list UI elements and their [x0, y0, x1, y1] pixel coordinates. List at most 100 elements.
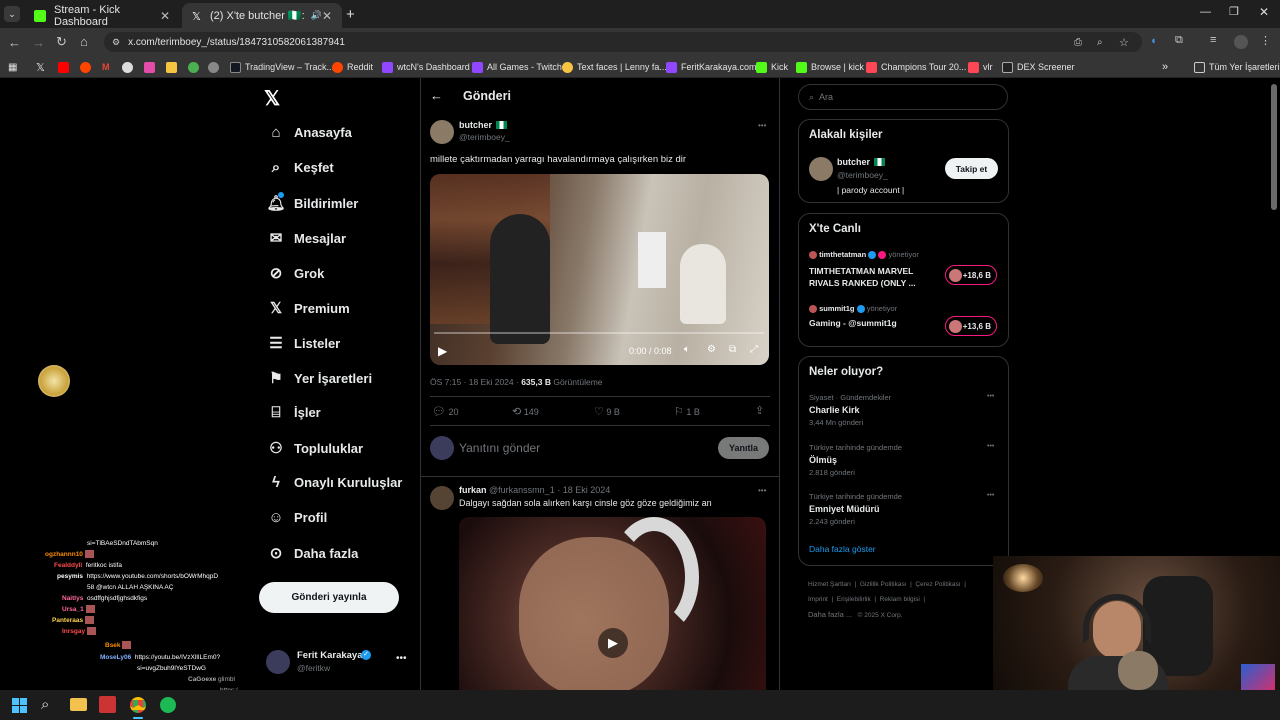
trend-item[interactable]: Türkiye tarihinde gündemde Ölmüş 2.818 g… — [809, 443, 1001, 483]
nav-premium[interactable]: 𝕏 Premium — [266, 299, 350, 317]
nav-profile[interactable]: ☺ Profil — [266, 509, 327, 526]
bookmark-text-faces[interactable]: Text faces | Lenny fa... — [562, 59, 667, 75]
bookmark-action[interactable]: ⚐ 1 B — [674, 405, 700, 418]
nav-jobs[interactable]: ⌸ İşler — [266, 404, 320, 421]
leaf-icon[interactable] — [188, 59, 203, 75]
back-icon[interactable]: ← — [8, 35, 21, 50]
nav-communities[interactable]: ⚇ Topluluklar — [266, 439, 363, 457]
star-icon[interactable]: ☆ — [1119, 36, 1129, 49]
nav-messages[interactable]: ✉ Mesajlar — [266, 229, 346, 247]
tab-search-icon[interactable]: ⌄ — [4, 6, 20, 22]
bookmark-reddit[interactable]: Reddit — [332, 59, 373, 75]
extension-icon[interactable]: ◖ — [1150, 35, 1157, 47]
bookmark-dex-screener[interactable]: DEX Screener — [1002, 59, 1075, 75]
video-player[interactable]: ▶ 0:00 / 0:08 🔈︎ ⚙ ⧉ ⤢ — [430, 174, 769, 365]
zoom-icon[interactable]: ⌕ — [1097, 37, 1103, 48]
reddit-small-icon[interactable] — [80, 59, 95, 75]
search-input[interactable]: ⌕ Ara — [798, 84, 1008, 110]
play-icon[interactable]: ▶ — [438, 344, 447, 358]
footer-link[interactable]: Çerez Politikası — [915, 581, 960, 588]
repost-action[interactable]: ⟲ 149 — [512, 405, 539, 418]
author-name[interactable]: butcher — [459, 120, 492, 130]
video-play-icon[interactable]: ▶ — [598, 628, 628, 658]
footer-link[interactable]: Imprint — [808, 596, 828, 603]
author-handle[interactable]: @terimboey_ — [459, 132, 510, 142]
page-scrollbar[interactable] — [1271, 84, 1277, 210]
y-icon[interactable] — [144, 59, 159, 75]
x-logo-icon[interactable]: 𝕏 — [264, 86, 280, 111]
reply-author-avatar[interactable] — [430, 486, 454, 510]
site-info-icon[interactable]: ⚙ — [112, 37, 120, 48]
puzzle-icon[interactable]: ⧉ — [1175, 34, 1183, 47]
author-avatar[interactable] — [430, 120, 454, 144]
volume-icon[interactable]: 🔈︎ — [684, 344, 690, 355]
footer-link[interactable]: Gizlilik Politikası — [860, 581, 907, 588]
show-more-link[interactable]: Daha fazla göster — [809, 544, 876, 554]
install-icon[interactable]: ⎙ — [1074, 37, 1082, 48]
reply-action[interactable]: 💬︎ 20 — [432, 405, 459, 418]
windows-start-icon[interactable] — [12, 698, 27, 713]
bookmark-vlr[interactable]: vlr — [968, 59, 993, 75]
g-icon[interactable] — [166, 59, 181, 75]
fullscreen-icon[interactable]: ⤢ — [750, 344, 758, 355]
reply-author-handle[interactable]: @furkanssmn_1 · 18 Eki 2024 — [489, 485, 610, 495]
spotify-icon[interactable] — [160, 697, 176, 713]
footer-link[interactable]: Daha fazla ... — [808, 610, 852, 619]
reply-button[interactable]: Yanıtla — [718, 437, 769, 459]
more-icon[interactable]: ••• — [396, 653, 407, 664]
media-icon[interactable]: ≡ — [1210, 34, 1216, 46]
bookmark-browse-kick[interactable]: Browse | kick — [796, 59, 864, 75]
nav-more[interactable]: ⊙ Daha fazla — [266, 544, 359, 562]
forward-icon[interactable]: → — [32, 35, 45, 50]
minimize-button[interactable]: — — [1200, 6, 1211, 18]
bookmark-champions-tour[interactable]: Champions Tour 20... — [866, 59, 966, 75]
file-explorer-icon[interactable] — [70, 698, 87, 711]
settings-icon[interactable]: ⚙ — [707, 344, 716, 355]
nav-verified-orgs[interactable]: ϟ Onaylı Kuruluşlar — [266, 474, 402, 491]
bookmark-twitch-games[interactable]: All Games - Twitch — [472, 59, 562, 75]
nav-home[interactable]: ⌂ Anasayfa — [266, 124, 351, 141]
post-button[interactable]: Gönderi yayınla — [259, 582, 399, 613]
progress-track[interactable] — [434, 332, 764, 334]
live-item-2[interactable]: summit1g yönetiyor Gaming - @summit1g +1… — [809, 304, 1001, 340]
youtube-icon[interactable] — [58, 59, 73, 75]
maximize-button[interactable]: ❐ — [1229, 5, 1239, 18]
profile-avatar[interactable] — [1234, 35, 1248, 49]
relevant-handle[interactable]: @terimboey_ — [837, 170, 888, 180]
footer-link[interactable]: Reklam bilgisi — [880, 596, 920, 603]
live-item-1[interactable]: timthetatman yönetiyor TIMTHETATMAN MARV… — [809, 250, 1001, 294]
address-bar[interactable]: ⚙ x.com/terimboey_/status/18473105820613… — [104, 32, 1142, 52]
trend-more-icon[interactable]: ••• — [987, 492, 994, 499]
nav-notifications[interactable]: 🔔︎ Bildirimler — [266, 192, 358, 212]
bookmark-wtcn-dashboard[interactable]: wtcN's Dashboard — [382, 59, 470, 75]
reload-icon[interactable]: ↻ — [56, 34, 67, 50]
reply-input[interactable]: Yanıtını gönder — [459, 441, 540, 455]
app-icon[interactable] — [99, 696, 116, 713]
reply-author-name[interactable]: furkan — [459, 485, 487, 495]
chrome-icon[interactable] — [130, 697, 146, 713]
footer-link[interactable]: Erişilebilirlik — [837, 596, 871, 603]
bookmark-kick[interactable]: Kick — [756, 59, 788, 75]
close-icon[interactable]: ✕ — [322, 9, 332, 23]
trend-item[interactable]: Siyaset · Gündemdekiler Charlie Kirk 3,4… — [809, 393, 1001, 433]
nav-lists[interactable]: ☰ Listeler — [266, 334, 340, 352]
all-bookmarks[interactable]: Tüm Yer İşaretleri — [1194, 59, 1280, 75]
close-icon[interactable]: ✕ — [160, 9, 170, 23]
tab-x-post[interactable]: 𝕏 (2) X'te butcher 🇳🇬: "millete 🔊 ✕ — [182, 3, 342, 28]
reply-more-icon[interactable]: ••• — [758, 486, 766, 495]
trend-item[interactable]: Türkiye tarihinde gündemde Emniyet Müdür… — [809, 492, 1001, 532]
post-more-icon[interactable]: ••• — [758, 121, 766, 130]
taskbar-search-icon[interactable]: ⌕ — [41, 696, 49, 713]
globe-icon[interactable] — [208, 59, 223, 75]
bookmark-feritkarakaya[interactable]: FeritKarakaya.com — [666, 59, 757, 75]
close-window-button[interactable]: ✕ — [1259, 5, 1269, 19]
back-arrow-icon[interactable]: ← — [430, 88, 443, 103]
github-icon[interactable] — [122, 59, 137, 75]
like-action[interactable]: ♡ 9 B — [594, 405, 620, 418]
relevant-name[interactable]: butcher — [837, 157, 870, 167]
trend-more-icon[interactable]: ••• — [987, 393, 994, 400]
apps-icon[interactable]: ▦ — [8, 59, 17, 75]
gmail-icon[interactable]: M — [102, 59, 110, 75]
account-switcher[interactable]: Ferit Karakaya ✓ @feritkw ••• — [264, 648, 410, 678]
menu-icon[interactable]: ⋮ — [1260, 34, 1271, 47]
